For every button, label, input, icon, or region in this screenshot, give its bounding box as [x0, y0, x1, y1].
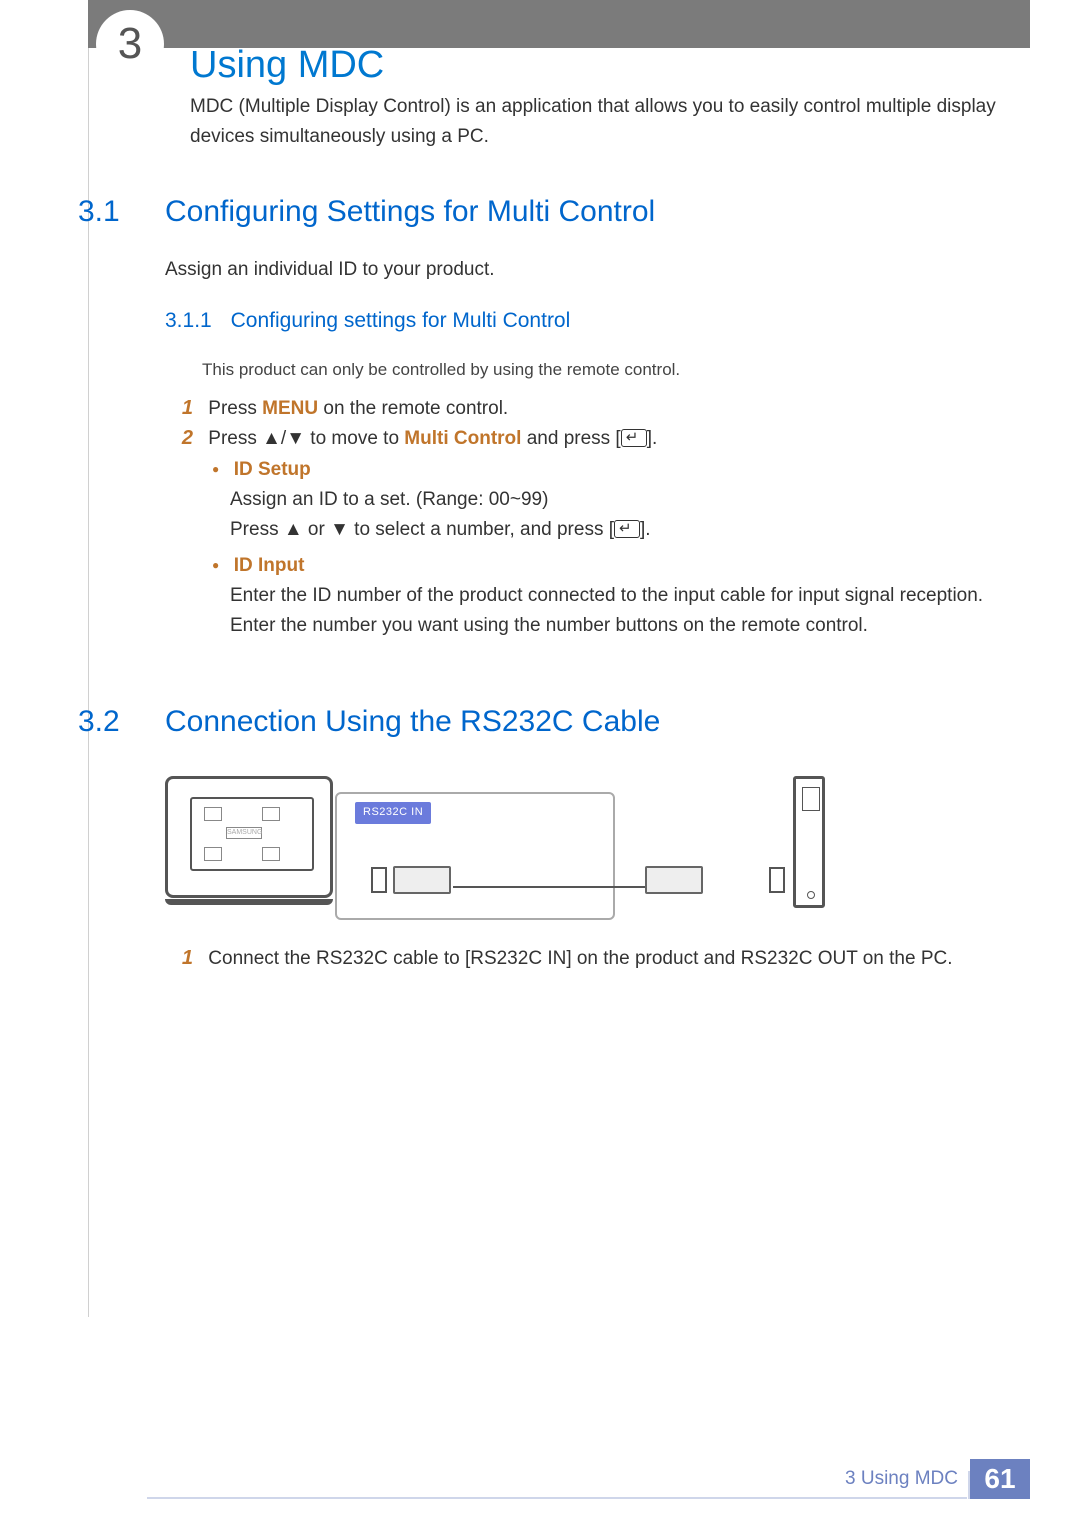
- subsection-3-1-1-title: Configuring settings for Multi Control: [231, 309, 571, 332]
- left-rule: [88, 48, 89, 1317]
- id-setup-title: ID Setup: [234, 459, 311, 480]
- rs232c-cable: [453, 886, 645, 888]
- page-footer: 3 Using MDC 61: [88, 1459, 1030, 1499]
- id-input-title: ID Input: [234, 555, 305, 576]
- step-1-number: 1: [165, 394, 193, 423]
- id-setup-line-2b: ].: [640, 519, 651, 540]
- step-2-text-a: Press ▲/▼ to move to: [208, 428, 404, 449]
- section-3-2-title: Connection Using the RS232C Cable: [165, 700, 660, 744]
- sec32-step-1-text: Connect the RS232C cable to [RS232C IN] …: [208, 948, 952, 969]
- section-3-1-title: Configuring Settings for Multi Control: [165, 190, 655, 234]
- step-1-text-a: Press: [208, 398, 262, 419]
- section-3-2-number: 3.2: [78, 700, 120, 744]
- pc-icon: [793, 776, 825, 908]
- display-device-icon: SAMSUNG: [165, 776, 333, 898]
- intro-text: MDC (Multiple Display Control) is an app…: [190, 92, 1010, 153]
- footer-chapter-ref: 3 Using MDC: [845, 1465, 958, 1493]
- id-setup-line-1: Assign an ID to a set. (Range: 00~99): [230, 486, 548, 514]
- step-2-text-b: and press [: [521, 428, 620, 449]
- id-input-line-2: Enter the number you want using the numb…: [230, 612, 1010, 640]
- cable-connector-right: [645, 866, 703, 894]
- sec32-step-1-number: 1: [165, 944, 193, 973]
- chapter-title: Using MDC: [190, 38, 384, 93]
- subsection-3-1-1-number: 3.1.1: [165, 309, 212, 332]
- port-icon-right: [769, 867, 785, 893]
- id-input-line-1: Enter the ID number of the product conne…: [230, 582, 1010, 610]
- assign-id-text: Assign an individual ID to your product.: [165, 256, 495, 284]
- section-3-1-number: 3.1: [78, 190, 120, 234]
- remote-control-note: This product can only be controlled by u…: [202, 358, 680, 383]
- step-2-multi-control: Multi Control: [404, 428, 521, 449]
- step-1-menu: MENU: [262, 398, 318, 419]
- port-icon-left: [371, 867, 387, 893]
- chapter-number-circle: 3: [96, 10, 164, 78]
- id-setup-line-2a: Press ▲ or ▼ to select a number, and pre…: [230, 519, 614, 540]
- rs232c-connection-diagram: SAMSUNG RS232C IN: [165, 770, 825, 940]
- cable-connector-left: [393, 866, 451, 894]
- port-panel: RS232C IN: [335, 792, 615, 920]
- step-1-text-b: on the remote control.: [318, 398, 508, 419]
- step-2-number: 2: [165, 424, 193, 453]
- rs232c-in-label: RS232C IN: [355, 802, 431, 824]
- page-number: 61: [970, 1459, 1030, 1499]
- bullet-icon: ●: [212, 462, 219, 476]
- enter-icon: [621, 429, 647, 447]
- bullet-icon: ●: [212, 558, 219, 572]
- step-2-text-c: ].: [647, 428, 658, 449]
- enter-icon: [614, 520, 640, 538]
